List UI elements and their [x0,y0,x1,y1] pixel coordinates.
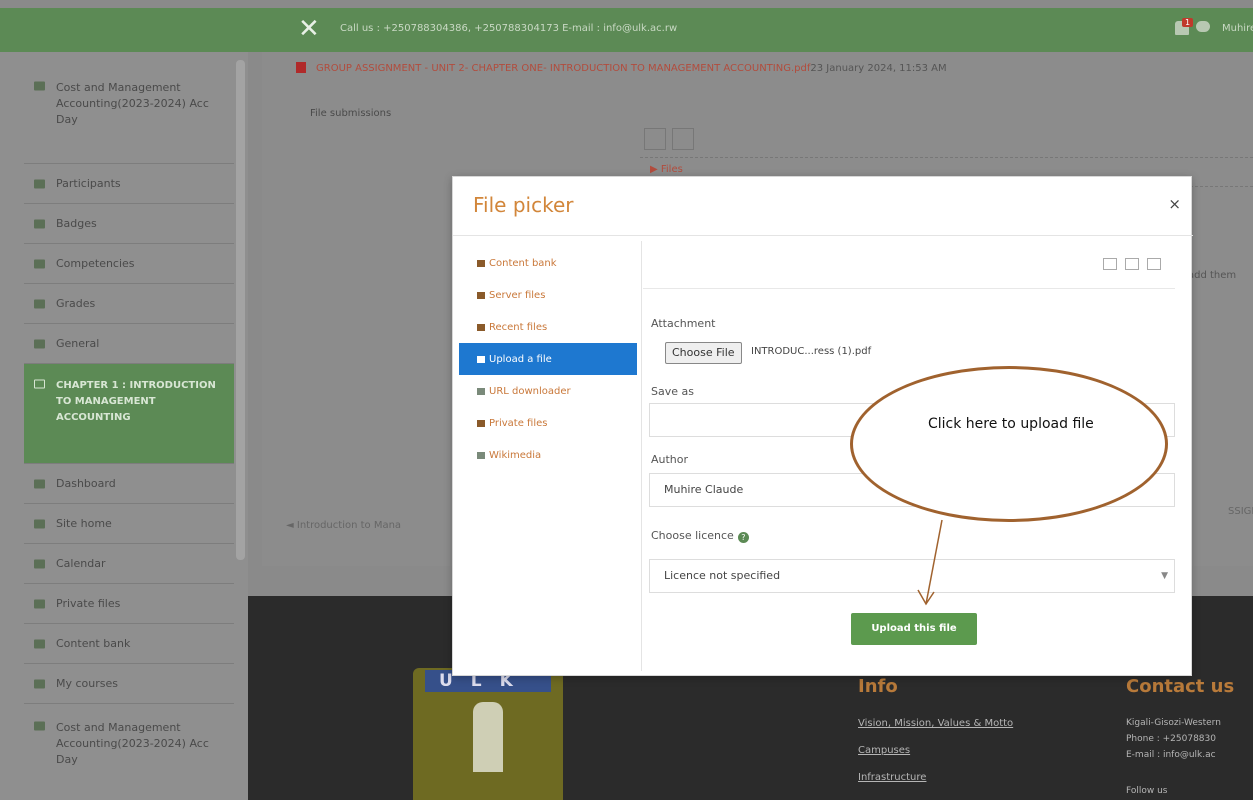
annotation-arrow [917,519,943,606]
